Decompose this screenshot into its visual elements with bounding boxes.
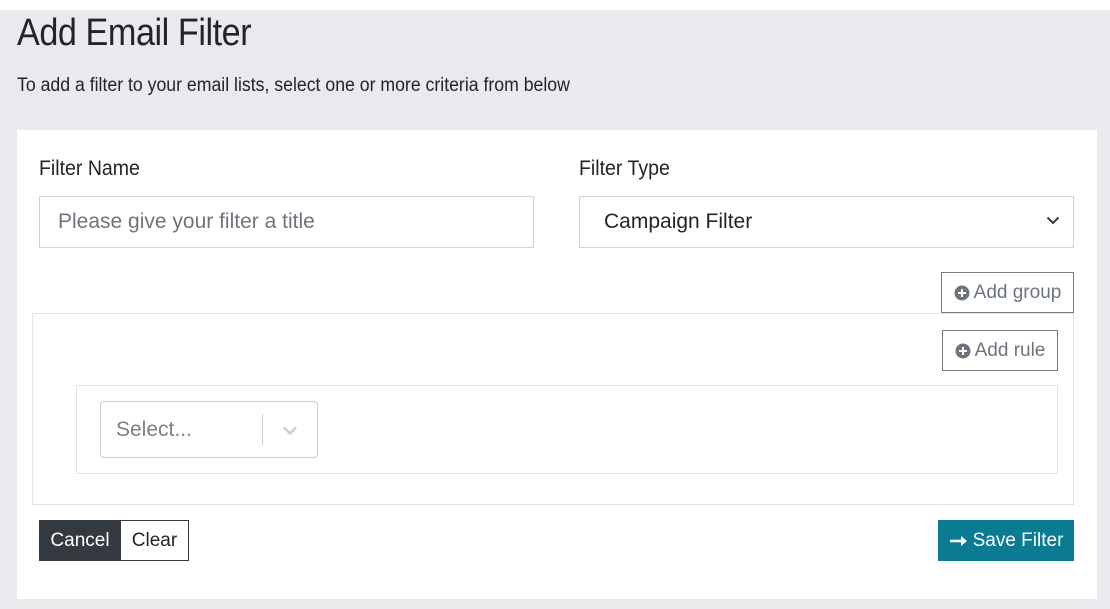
page-subtitle: To add a filter to your email lists, sel… — [17, 75, 570, 96]
filter-type-select[interactable]: Campaign Filter — [579, 196, 1074, 248]
filter-type-label: Filter Type — [579, 157, 670, 180]
filter-form-card: Filter Name Filter Type Campaign Filter … — [17, 130, 1097, 599]
add-group-label: Add group — [973, 281, 1062, 303]
add-rule-label: Add rule — [974, 339, 1046, 361]
filter-name-label: Filter Name — [39, 157, 140, 180]
filter-name-input[interactable] — [39, 196, 534, 248]
cancel-button[interactable]: Cancel — [39, 520, 121, 561]
plus-circle-icon — [954, 285, 970, 300]
add-rule-button[interactable]: Add rule — [942, 330, 1058, 371]
rule-field-select[interactable]: Select... — [100, 401, 318, 458]
chevron-down-icon — [283, 426, 297, 435]
chevron-down-icon — [1046, 216, 1060, 225]
rule-select-dropdown-indicator[interactable] — [263, 421, 317, 439]
add-group-button[interactable]: Add group — [941, 272, 1074, 313]
filter-group: Add rule Select... — [32, 313, 1074, 505]
save-filter-label: Save Filter — [972, 529, 1064, 551]
filter-rule: Select... — [76, 385, 1058, 474]
clear-button[interactable]: Clear — [120, 520, 189, 561]
arrow-right-icon — [949, 535, 967, 546]
page-title: Add Email Filter — [17, 12, 252, 54]
plus-circle-icon — [955, 343, 971, 358]
rule-select-placeholder: Select... — [116, 417, 192, 441]
filter-type-selected-value: Campaign Filter — [604, 210, 753, 233]
save-filter-button[interactable]: Save Filter — [938, 520, 1074, 561]
